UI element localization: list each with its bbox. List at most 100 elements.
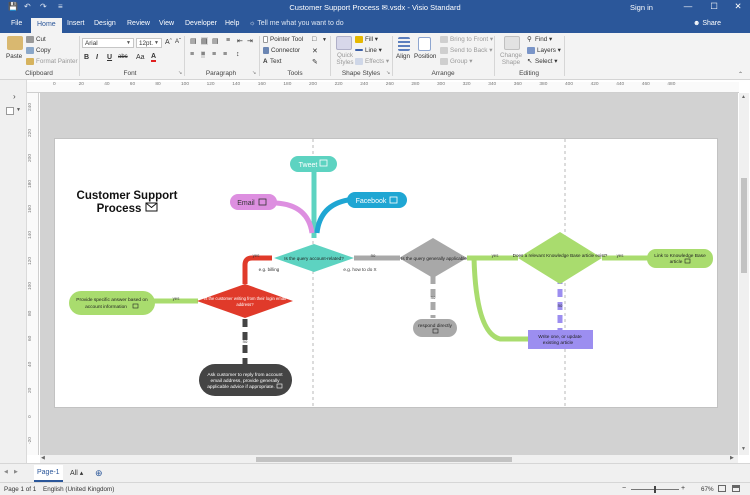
- last-page-icon[interactable]: ▶: [14, 469, 18, 475]
- writing-email-decision[interactable]: [197, 284, 293, 318]
- page-tab-1[interactable]: Page-1: [34, 465, 63, 482]
- expand-shapes-icon[interactable]: ›: [13, 92, 16, 101]
- cut-button[interactable]: Cut: [26, 36, 46, 43]
- quick-styles-button[interactable]: Quick Styles: [333, 52, 357, 66]
- grow-font-icon[interactable]: Aˆ: [165, 39, 172, 46]
- effects-button[interactable]: Effects ▾: [355, 58, 389, 65]
- vertical-scrollbar[interactable]: ▲ ▼: [739, 93, 749, 455]
- decrease-indent-icon[interactable]: ⇤: [237, 37, 243, 45]
- align-right-icon[interactable]: ≡: [212, 51, 216, 58]
- font-dialog-launcher-icon[interactable]: ↘: [178, 70, 182, 76]
- line-button[interactable]: Line ▾: [355, 47, 382, 54]
- tab-design[interactable]: Design: [94, 20, 116, 27]
- tab-home[interactable]: Home: [31, 18, 62, 33]
- format-painter-button[interactable]: Format Painter: [26, 58, 78, 65]
- close-button[interactable]: ✕: [730, 1, 746, 12]
- bring-to-front-button[interactable]: Bring to Front ▾: [440, 36, 493, 43]
- justify-icon[interactable]: ≡: [223, 51, 227, 58]
- drawing-canvas[interactable]: Customer Support Process Tweet Email Fac…: [40, 93, 738, 455]
- chevron-down-icon[interactable]: ▼: [16, 107, 21, 113]
- font-name-select[interactable]: Arial ▼: [82, 38, 134, 48]
- tab-view[interactable]: View: [159, 20, 174, 27]
- copy-button[interactable]: Copy: [26, 47, 51, 54]
- font-color-button[interactable]: A: [151, 53, 157, 62]
- shape-styles-dialog-launcher-icon[interactable]: ↘: [386, 70, 390, 76]
- kb-query-decision[interactable]: [518, 232, 602, 284]
- close-icon[interactable]: ✕: [312, 47, 318, 55]
- scroll-right-icon[interactable]: ▶: [730, 455, 734, 461]
- collapse-ribbon-icon[interactable]: ⌃: [738, 71, 743, 78]
- shrink-font-icon[interactable]: Aˇ: [175, 39, 181, 45]
- text-tool-button[interactable]: A Text: [263, 58, 282, 65]
- horizontal-scrollbar[interactable]: ◀ ▶: [40, 455, 738, 463]
- tab-developer[interactable]: Developer: [185, 20, 217, 27]
- share-button[interactable]: ☻ Share: [693, 20, 721, 27]
- align-left-icon[interactable]: ≡: [190, 51, 194, 58]
- align-center-icon[interactable]: ≡: [201, 51, 206, 58]
- sign-in-link[interactable]: Sign in: [630, 3, 653, 12]
- find-button[interactable]: ⚲ Find ▾: [527, 36, 552, 43]
- font-size-select[interactable]: 12pt. ▼: [136, 38, 162, 48]
- send-to-back-button[interactable]: Send to Back ▾: [440, 47, 492, 54]
- provide-answer-node[interactable]: [69, 291, 155, 315]
- shapes-icon[interactable]: [6, 107, 14, 115]
- diagram-title-line2[interactable]: Process: [97, 203, 142, 215]
- align-bottom-icon[interactable]: ▤: [212, 37, 219, 45]
- restore-button[interactable]: ☐: [706, 1, 722, 12]
- position-button[interactable]: Position: [414, 53, 436, 60]
- scroll-down-icon[interactable]: ▼: [741, 446, 746, 452]
- bullets-icon[interactable]: ≡: [226, 37, 230, 44]
- tab-insert[interactable]: Insert: [67, 20, 85, 27]
- bold-button[interactable]: B: [84, 54, 89, 61]
- chevron-down-icon[interactable]: ▼: [322, 37, 327, 43]
- pencil-icon[interactable]: ✎: [312, 58, 318, 66]
- align-middle-icon[interactable]: ▤: [201, 37, 208, 45]
- connector-button[interactable]: Connector: [263, 47, 300, 54]
- scroll-up-icon[interactable]: ▲: [741, 94, 746, 100]
- pointer-tool-label: Pointer Tool: [270, 36, 304, 44]
- zoom-level[interactable]: 67%: [701, 486, 714, 493]
- language-status[interactable]: English (United Kingdom): [43, 486, 114, 493]
- rectangle-icon[interactable]: □: [312, 36, 316, 43]
- horizontal-scroll-thumb[interactable]: [256, 457, 512, 462]
- group-button[interactable]: Group ▾: [440, 58, 472, 65]
- general-no-to-write-connector[interactable]: [471, 257, 528, 342]
- italic-button[interactable]: I: [96, 54, 98, 61]
- fit-page-icon[interactable]: [718, 485, 726, 492]
- scroll-left-icon[interactable]: ◀: [41, 455, 45, 461]
- general-query-label: Is the query generally applicable: [401, 256, 467, 261]
- zoom-out-icon[interactable]: −: [622, 485, 626, 492]
- strikethrough-button[interactable]: abc: [118, 54, 128, 60]
- layers-button[interactable]: Layers ▾: [527, 47, 561, 54]
- tell-me-search[interactable]: ☼ Tell me what you want to do: [249, 20, 344, 27]
- vertical-scroll-thumb[interactable]: [741, 178, 747, 273]
- pointer-tool-button[interactable]: Pointer Tool: [263, 36, 303, 43]
- email-connector[interactable]: [275, 200, 315, 234]
- tab-review[interactable]: Review: [127, 20, 150, 27]
- align-button[interactable]: Align: [396, 53, 410, 60]
- tab-help[interactable]: Help: [225, 20, 239, 27]
- facebook-connector[interactable]: [314, 197, 349, 234]
- zoom-in-icon[interactable]: +: [681, 485, 685, 492]
- align-top-icon[interactable]: ▤: [190, 37, 197, 45]
- page-count-status[interactable]: Page 1 of 1: [4, 486, 36, 493]
- first-page-icon[interactable]: ◀: [4, 469, 8, 475]
- tab-file[interactable]: File: [11, 20, 22, 27]
- increase-indent-icon[interactable]: ⇥: [247, 37, 253, 45]
- shapes-pane-collapsed: › ▼: [0, 80, 27, 463]
- ruler-tick-label: 100: [181, 82, 190, 87]
- zoom-slider-thumb[interactable]: [654, 486, 656, 493]
- add-page-icon[interactable]: ⊕: [95, 468, 103, 479]
- diagram-title-line1[interactable]: Customer Support: [77, 190, 178, 202]
- underline-button[interactable]: U: [107, 54, 112, 61]
- paste-button[interactable]: Paste: [6, 53, 22, 60]
- text-direction-icon[interactable]: ↕: [236, 51, 240, 58]
- change-case-button[interactable]: Aa: [136, 54, 145, 61]
- minimize-button[interactable]: —: [680, 1, 696, 11]
- select-button[interactable]: ↖ Select ▾: [527, 58, 557, 65]
- all-pages-button[interactable]: All ▴: [70, 469, 83, 477]
- switch-windows-icon[interactable]: [732, 485, 740, 492]
- fill-button[interactable]: Fill ▾: [355, 36, 378, 43]
- paragraph-dialog-launcher-icon[interactable]: ↘: [252, 70, 256, 76]
- change-shape-button[interactable]: Change Shape: [498, 52, 524, 66]
